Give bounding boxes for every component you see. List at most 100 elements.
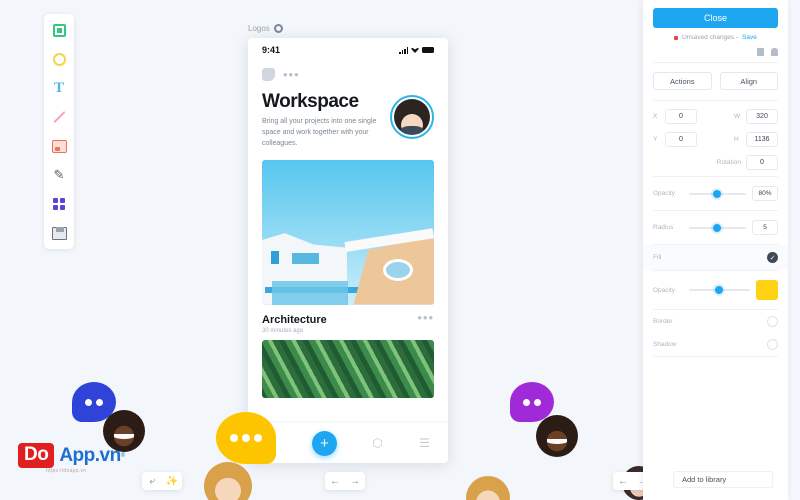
unsaved-status: Unsaved changes - Save (653, 34, 778, 41)
watermark-tagline: https://doapp.vn (46, 468, 87, 474)
text-icon: T (53, 79, 64, 96)
image-icon (51, 139, 67, 153)
width-input[interactable] (746, 109, 778, 124)
panel-action-row: Actions Align (653, 63, 778, 100)
comment-bubble-yellow[interactable] (216, 412, 276, 464)
border-label: Border (653, 318, 673, 325)
gear-icon[interactable] (273, 24, 283, 33)
fill-opacity-property: Opacity (653, 271, 778, 309)
radius-value[interactable]: 5 (752, 220, 778, 235)
card-meta: Architecture 30 minutes ago ••• (248, 305, 448, 338)
card-overflow-icon[interactable]: ••• (417, 311, 434, 324)
opacity-label: Opacity (653, 190, 676, 197)
phone-artboard[interactable]: 9:41 ••• Workspace Bring all your projec… (248, 38, 448, 463)
avatar-image (394, 99, 430, 135)
add-to-library-button[interactable]: Add to library (673, 471, 773, 488)
next-arrow-icon[interactable]: → (345, 476, 365, 487)
tab-add-button[interactable]: + (312, 430, 337, 456)
prev-arrow-icon[interactable]: ← (613, 476, 633, 487)
border-toggle-icon[interactable] (767, 316, 778, 327)
battery-icon (422, 47, 434, 53)
registered-icon: ® (120, 452, 126, 459)
canvas-tools-left: ⤶ ✨ (142, 472, 182, 490)
row-rotation: Rotation (653, 155, 778, 170)
fill-toggle-icon[interactable]: ✓ (767, 252, 778, 263)
shadow-label: Shadow (653, 341, 677, 348)
x-label: X (653, 113, 658, 120)
secondary-photo (262, 339, 434, 398)
overflow-menu-icon[interactable]: ••• (283, 68, 300, 81)
balcony-rail-shape (272, 281, 348, 305)
radius-slider[interactable] (689, 223, 746, 232)
slider-knob[interactable] (712, 223, 721, 232)
line-tool[interactable] (49, 107, 69, 127)
opacity-slider[interactable] (689, 189, 746, 198)
artboard-label[interactable]: Logos (248, 24, 283, 33)
pencil-icon: ✎ (53, 167, 65, 182)
watermark-app: App.vn (59, 444, 121, 466)
rectangle-tool[interactable] (49, 20, 69, 40)
shadow-property: Shadow (653, 333, 778, 356)
hero-photo (262, 159, 434, 305)
watermark-logo: Do App.vn ® (18, 443, 125, 468)
lock-icon[interactable] (771, 48, 778, 56)
add-to-library-label: Add to library (682, 475, 727, 484)
signal-icon (399, 46, 408, 54)
layers-icon[interactable] (757, 48, 764, 56)
magic-icon[interactable]: ✨ (162, 476, 182, 487)
export-tool[interactable] (49, 223, 69, 243)
opacity-property: Opacity 80% (653, 177, 778, 210)
rotation-label: Rotation (716, 159, 741, 166)
close-button[interactable]: Close (653, 8, 778, 28)
radius-property: Radius 5 (653, 211, 778, 244)
avatar-face (204, 462, 252, 500)
fill-property: Fill ✓ (643, 245, 788, 270)
height-input[interactable] (746, 132, 778, 147)
align-button[interactable]: Align (719, 72, 778, 90)
canvas-nav-center: ← → (325, 472, 365, 490)
row-y-h: Y H (653, 132, 778, 147)
grid-icon (53, 198, 65, 210)
undo-icon[interactable]: ⤶ (142, 476, 162, 487)
pen-tool[interactable]: ✎ (49, 165, 69, 185)
text-tool[interactable]: T (49, 78, 69, 98)
shadow-toggle-icon[interactable] (767, 339, 778, 350)
tab-profile-icon[interactable]: ☰ (418, 436, 431, 450)
image-tool[interactable] (49, 136, 69, 156)
ellipse-tool[interactable] (49, 49, 69, 69)
fill-opacity-slider[interactable] (689, 286, 750, 294)
app-header: ••• (248, 62, 448, 85)
avatar[interactable] (390, 95, 434, 139)
hero-subtitle: Bring all your projects into one single … (262, 118, 377, 147)
collaborator-avatar-3[interactable] (204, 462, 252, 500)
hero-title: Workspace (262, 91, 359, 112)
wifi-icon (411, 47, 419, 53)
x-input[interactable] (665, 109, 697, 124)
actions-button[interactable]: Actions (653, 72, 712, 90)
left-toolbar: T ✎ (44, 14, 74, 249)
fill-color-swatch[interactable] (756, 280, 778, 300)
w-label: W (734, 113, 741, 120)
border-property: Border (653, 310, 778, 333)
avatar-face (536, 415, 578, 457)
design-tool-app: T ✎ Logos 9:41 ••• Workspace Bring all y… (0, 0, 800, 500)
save-link[interactable]: Save (742, 34, 757, 41)
phone-status-bar: 9:41 (248, 38, 448, 62)
save-icon (51, 226, 67, 240)
slider-knob[interactable] (714, 286, 723, 294)
phone-tabbar: ♟ + ⬡ ☰ (248, 423, 448, 463)
tab-explore-icon[interactable]: ⬡ (371, 436, 384, 450)
fill-opacity-label: Opacity (653, 286, 676, 294)
collaborator-avatar-4[interactable] (466, 476, 510, 500)
components-tool[interactable] (49, 194, 69, 214)
card-title: Architecture (262, 313, 327, 326)
status-time: 9:41 (262, 45, 281, 55)
h-label: H (734, 136, 739, 143)
card-subtitle: 30 minutes ago (262, 327, 304, 334)
y-input[interactable] (665, 132, 697, 147)
rotation-input[interactable] (746, 155, 778, 170)
opacity-value[interactable]: 80% (752, 186, 778, 201)
prev-arrow-icon[interactable]: ← (325, 476, 345, 487)
slider-knob[interactable] (712, 189, 721, 198)
collaborator-avatar-2[interactable] (536, 415, 578, 457)
